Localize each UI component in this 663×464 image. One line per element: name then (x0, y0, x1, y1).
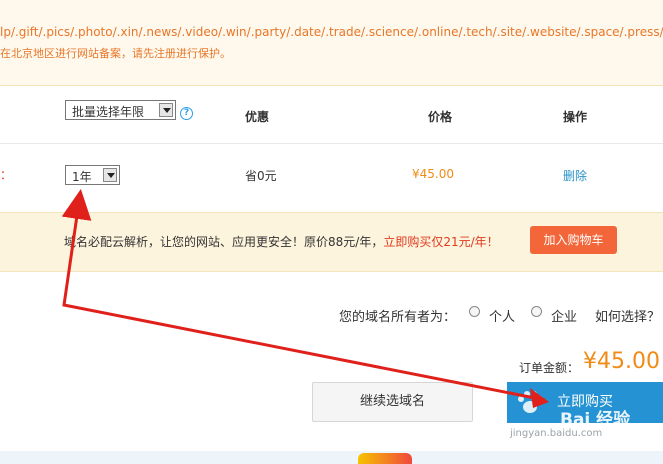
annotation-arrowhead (530, 388, 549, 408)
annotation-arrow-line (61, 189, 546, 402)
annotation-arrows (61, 189, 549, 408)
